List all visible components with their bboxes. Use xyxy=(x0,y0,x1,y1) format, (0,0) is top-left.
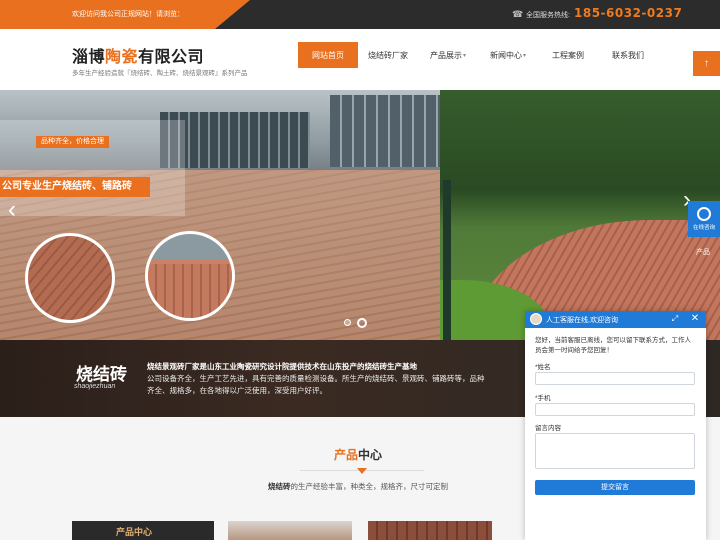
banner-dot-2-active[interactable] xyxy=(357,318,367,328)
intro-pinyin: shaojiezhuan xyxy=(74,383,116,390)
banner-brick-photo-1 xyxy=(25,233,115,323)
headset-icon xyxy=(697,207,711,221)
section-description: 烧结砖的生产经验丰富，种类全，规格齐，尺寸可定制 xyxy=(268,481,448,492)
arrow-up-icon: ↑ xyxy=(704,57,709,69)
maximize-icon[interactable]: ⤢ xyxy=(670,314,680,324)
banner-pagination xyxy=(344,318,367,328)
banner-brick-photo-2 xyxy=(145,231,235,321)
logo-title-part2: 有限公司 xyxy=(138,49,205,66)
product-category-thumb[interactable]: 产品中心 xyxy=(72,521,214,540)
banner-prev-arrow-icon[interactable]: ‹ xyxy=(8,198,16,222)
hero-banner: 品种齐全，价格合理 公司专业生产烧结砖、铺路砖 ‹ › xyxy=(0,90,720,340)
intro-heading: 烧结景观砖厂家是山东工业陶瓷研究设计院提供技术在山东投产的烧结砖生产基地 xyxy=(147,362,417,371)
nav-news-label: 新闻中心 xyxy=(489,50,522,60)
banner-lamp-post xyxy=(443,180,451,340)
welcome-text: 欢迎访问我公司正规网站！请浏览： xyxy=(72,11,184,18)
logo-title-highlight: 陶瓷 xyxy=(105,49,139,66)
name-input[interactable] xyxy=(535,372,695,385)
nav-contact[interactable]: 联系我们 xyxy=(598,42,658,68)
nav-factory-label: 烧结砖厂家 xyxy=(368,50,408,60)
main-nav: 网站首页 烧结砖厂家 产品展示 ▾ 新闻中心 ▾ 工程案例 联系我们 xyxy=(298,42,658,68)
nav-cases[interactable]: 工程案例 xyxy=(538,42,598,68)
nav-factory[interactable]: 烧结砖厂家 xyxy=(358,42,418,68)
nav-home-label: 网站首页 xyxy=(312,50,344,60)
agent-avatar xyxy=(530,313,542,325)
company-tagline: 多年生产经验造就『烧结砖、陶土砖、烧结景观砖』系列产品 xyxy=(72,70,248,77)
phone-input[interactable] xyxy=(535,403,695,416)
intro-title: 烧结砖 xyxy=(76,365,127,384)
sidebar-peek-text: 产品 xyxy=(696,249,710,256)
banner-slogan-big: 公司专业生产烧结砖、铺路砖 xyxy=(0,177,150,197)
product-thumb[interactable] xyxy=(228,521,352,540)
chevron-down-icon: ▾ xyxy=(462,52,466,59)
name-label: *姓名 xyxy=(535,364,551,371)
close-icon[interactable]: ✕ xyxy=(689,313,701,325)
section-desc-bold: 烧结砖 xyxy=(268,482,291,491)
section-title: 产品中心 xyxy=(334,446,382,463)
banner-dot-1[interactable] xyxy=(344,319,351,326)
submit-message-button[interactable]: 提交留言 xyxy=(535,480,695,495)
product-thumb[interactable] xyxy=(368,521,492,540)
section-desc-rest: 的生产经验丰富，种类全，规格齐，尺寸可定制 xyxy=(290,482,449,491)
hotline-number[interactable]: 185-6032-0237 xyxy=(574,6,682,20)
nav-contact-label: 联系我们 xyxy=(612,50,644,60)
chevron-down-icon: ▾ xyxy=(522,52,526,59)
back-to-top-button[interactable]: ↑ xyxy=(693,51,720,76)
online-consult-label: 在线咨询 xyxy=(692,225,715,231)
online-consult-button[interactable]: 在线咨询 xyxy=(688,201,720,237)
phone-icon: ☎ xyxy=(512,9,524,19)
intro-body: 公司设备齐全，生产工艺先进，具有完善的质量检测设备。所生产的烧结砖、景观砖、铺路… xyxy=(147,374,485,395)
chat-header[interactable]: 人工客服在线,欢迎咨询 ⤢ ✕ xyxy=(525,311,706,328)
nav-news[interactable]: 新闻中心 ▾ xyxy=(478,42,538,68)
comment-textarea[interactable] xyxy=(535,433,695,469)
section-title-rest: 中心 xyxy=(358,448,383,462)
comment-label: 留言内容 xyxy=(535,425,561,432)
chat-header-title: 人工客服在线,欢迎咨询 xyxy=(546,317,618,324)
banner-slogan-small: 品种齐全，价格合理 xyxy=(36,136,109,148)
triangle-down-icon xyxy=(357,468,367,474)
banner-overlay-panel xyxy=(0,120,185,216)
nav-cases-label: 工程案例 xyxy=(552,50,584,60)
product-category-label: 产品中心 xyxy=(116,527,153,537)
company-logo-title[interactable]: 淄博陶瓷有限公司 xyxy=(72,43,204,67)
logo-title-part1: 淄博 xyxy=(72,49,106,66)
banner-glass-facade xyxy=(330,95,440,167)
nav-products[interactable]: 产品展示 ▾ xyxy=(418,42,478,68)
section-title-highlight: 产品 xyxy=(334,448,359,462)
nav-home[interactable]: 网站首页 xyxy=(298,42,358,68)
nav-products-label: 产品展示 xyxy=(429,50,462,60)
chat-widget: 人工客服在线,欢迎咨询 ⤢ ✕ 您好，当前客服已离线，您可以留下联系方式，工作人… xyxy=(525,311,706,540)
hotline-label: 全国服务热线: xyxy=(526,12,570,19)
site-header: 淄博陶瓷有限公司 多年生产经验造就『烧结砖、陶土砖、烧结景观砖』系列产品 网站首… xyxy=(0,29,720,90)
phone-label: *手机 xyxy=(535,395,551,402)
chat-offline-message: 您好，当前客服已离线，您可以留下联系方式，工作人员会第一时间给予您回复！ xyxy=(535,337,691,354)
top-bar: 欢迎访问我公司正规网站！请浏览： ☎ 全国服务热线: 185-6032-0237 xyxy=(0,0,720,29)
